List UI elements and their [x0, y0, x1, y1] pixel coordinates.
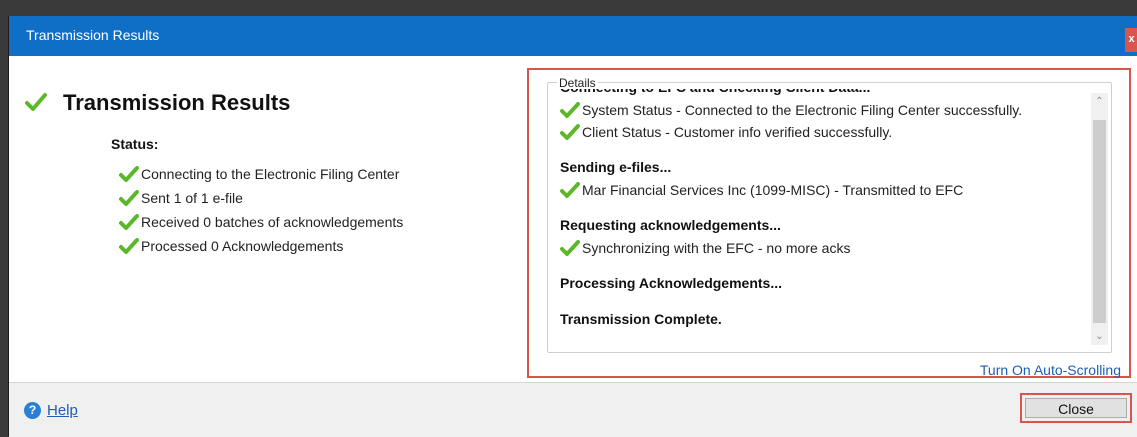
log-spacer	[560, 259, 1090, 271]
auto-scrolling-link[interactable]: Turn On Auto-Scrolling	[980, 362, 1121, 378]
footer-bar: ? Help Close	[9, 382, 1137, 437]
status-item-label: Processed 0 Acknowledgements	[141, 238, 344, 254]
status-item-label: Received 0 batches of acknowledgements	[141, 214, 404, 230]
log-line-text: System Status - Connected to the Electro…	[582, 102, 1023, 118]
log-section-heading: Sending e-files...	[560, 159, 672, 175]
status-item-label: Sent 1 of 1 e-file	[141, 190, 243, 206]
details-log[interactable]: Connecting to EFC and Checking Client Da…	[549, 89, 1096, 351]
title-bar: Transmission Results x	[9, 16, 1137, 56]
transmission-results-window: Transmission Results x Transmission Resu…	[8, 16, 1137, 437]
check-icon	[119, 190, 139, 206]
page-title: Transmission Results	[63, 90, 291, 115]
log-line-text: Client Status - Customer info verified s…	[582, 124, 893, 140]
status-item: Processed 0 Acknowledgements	[119, 234, 403, 258]
log-section-heading: Connecting to EFC and Checking Client Da…	[560, 89, 1090, 99]
status-item: Sent 1 of 1 e-file	[119, 186, 403, 210]
log-section-heading: Transmission Complete.	[560, 311, 722, 327]
details-content: Connecting to EFC and Checking Client Da…	[560, 89, 1090, 331]
log-line: System Status - Connected to the Electro…	[560, 99, 1090, 121]
log-line: Client Status - Customer info verified s…	[560, 121, 1090, 143]
chevron-down-icon[interactable]: ⌄	[1091, 328, 1108, 345]
log-line-text: Synchronizing with the EFC - no more ack…	[582, 240, 851, 256]
details-group: Details Connecting to EFC and Checking C…	[547, 76, 1112, 353]
check-icon	[560, 182, 580, 198]
log-section-heading: Processing Acknowledgements...	[560, 275, 782, 291]
chevron-up-icon[interactable]: ⌃	[1091, 93, 1108, 110]
status-label: Status:	[111, 136, 159, 152]
summary-pane: Transmission Results Status: Connecting …	[9, 56, 524, 376]
check-icon	[25, 93, 47, 111]
window-title: Transmission Results	[26, 27, 160, 43]
close-button[interactable]: Close	[1025, 398, 1127, 418]
check-icon	[119, 214, 139, 230]
close-button-highlight: Close	[1020, 393, 1132, 423]
details-scrollbar[interactable]: ⌃ ⌄	[1091, 93, 1108, 345]
help-icon[interactable]: ?	[24, 402, 41, 419]
scroll-thumb[interactable]	[1093, 120, 1106, 323]
check-icon	[119, 166, 139, 182]
check-icon	[560, 102, 580, 118]
status-item: Connecting to the Electronic Filing Cent…	[119, 162, 403, 186]
check-icon	[560, 240, 580, 256]
check-icon	[119, 238, 139, 254]
help-link[interactable]: Help	[47, 402, 78, 419]
details-legend: Details	[557, 76, 598, 90]
log-line: Mar Financial Services Inc (1099-MISC) -…	[560, 179, 1090, 201]
log-line: Synchronizing with the EFC - no more ack…	[560, 237, 1090, 259]
details-panel: Details Connecting to EFC and Checking C…	[527, 68, 1131, 378]
log-line-text: Mar Financial Services Inc (1099-MISC) -…	[582, 182, 964, 198]
log-spacer	[560, 143, 1090, 155]
log-spacer	[560, 201, 1090, 213]
status-item: Received 0 batches of acknowledgements	[119, 210, 403, 234]
log-section-heading: Requesting acknowledgements...	[560, 217, 781, 233]
status-list: Connecting to the Electronic Filing Cent…	[119, 162, 403, 258]
status-item-label: Connecting to the Electronic Filing Cent…	[141, 166, 400, 182]
log-spacer	[560, 295, 1090, 307]
check-icon	[560, 124, 580, 140]
window-close-button[interactable]: x	[1125, 28, 1137, 52]
